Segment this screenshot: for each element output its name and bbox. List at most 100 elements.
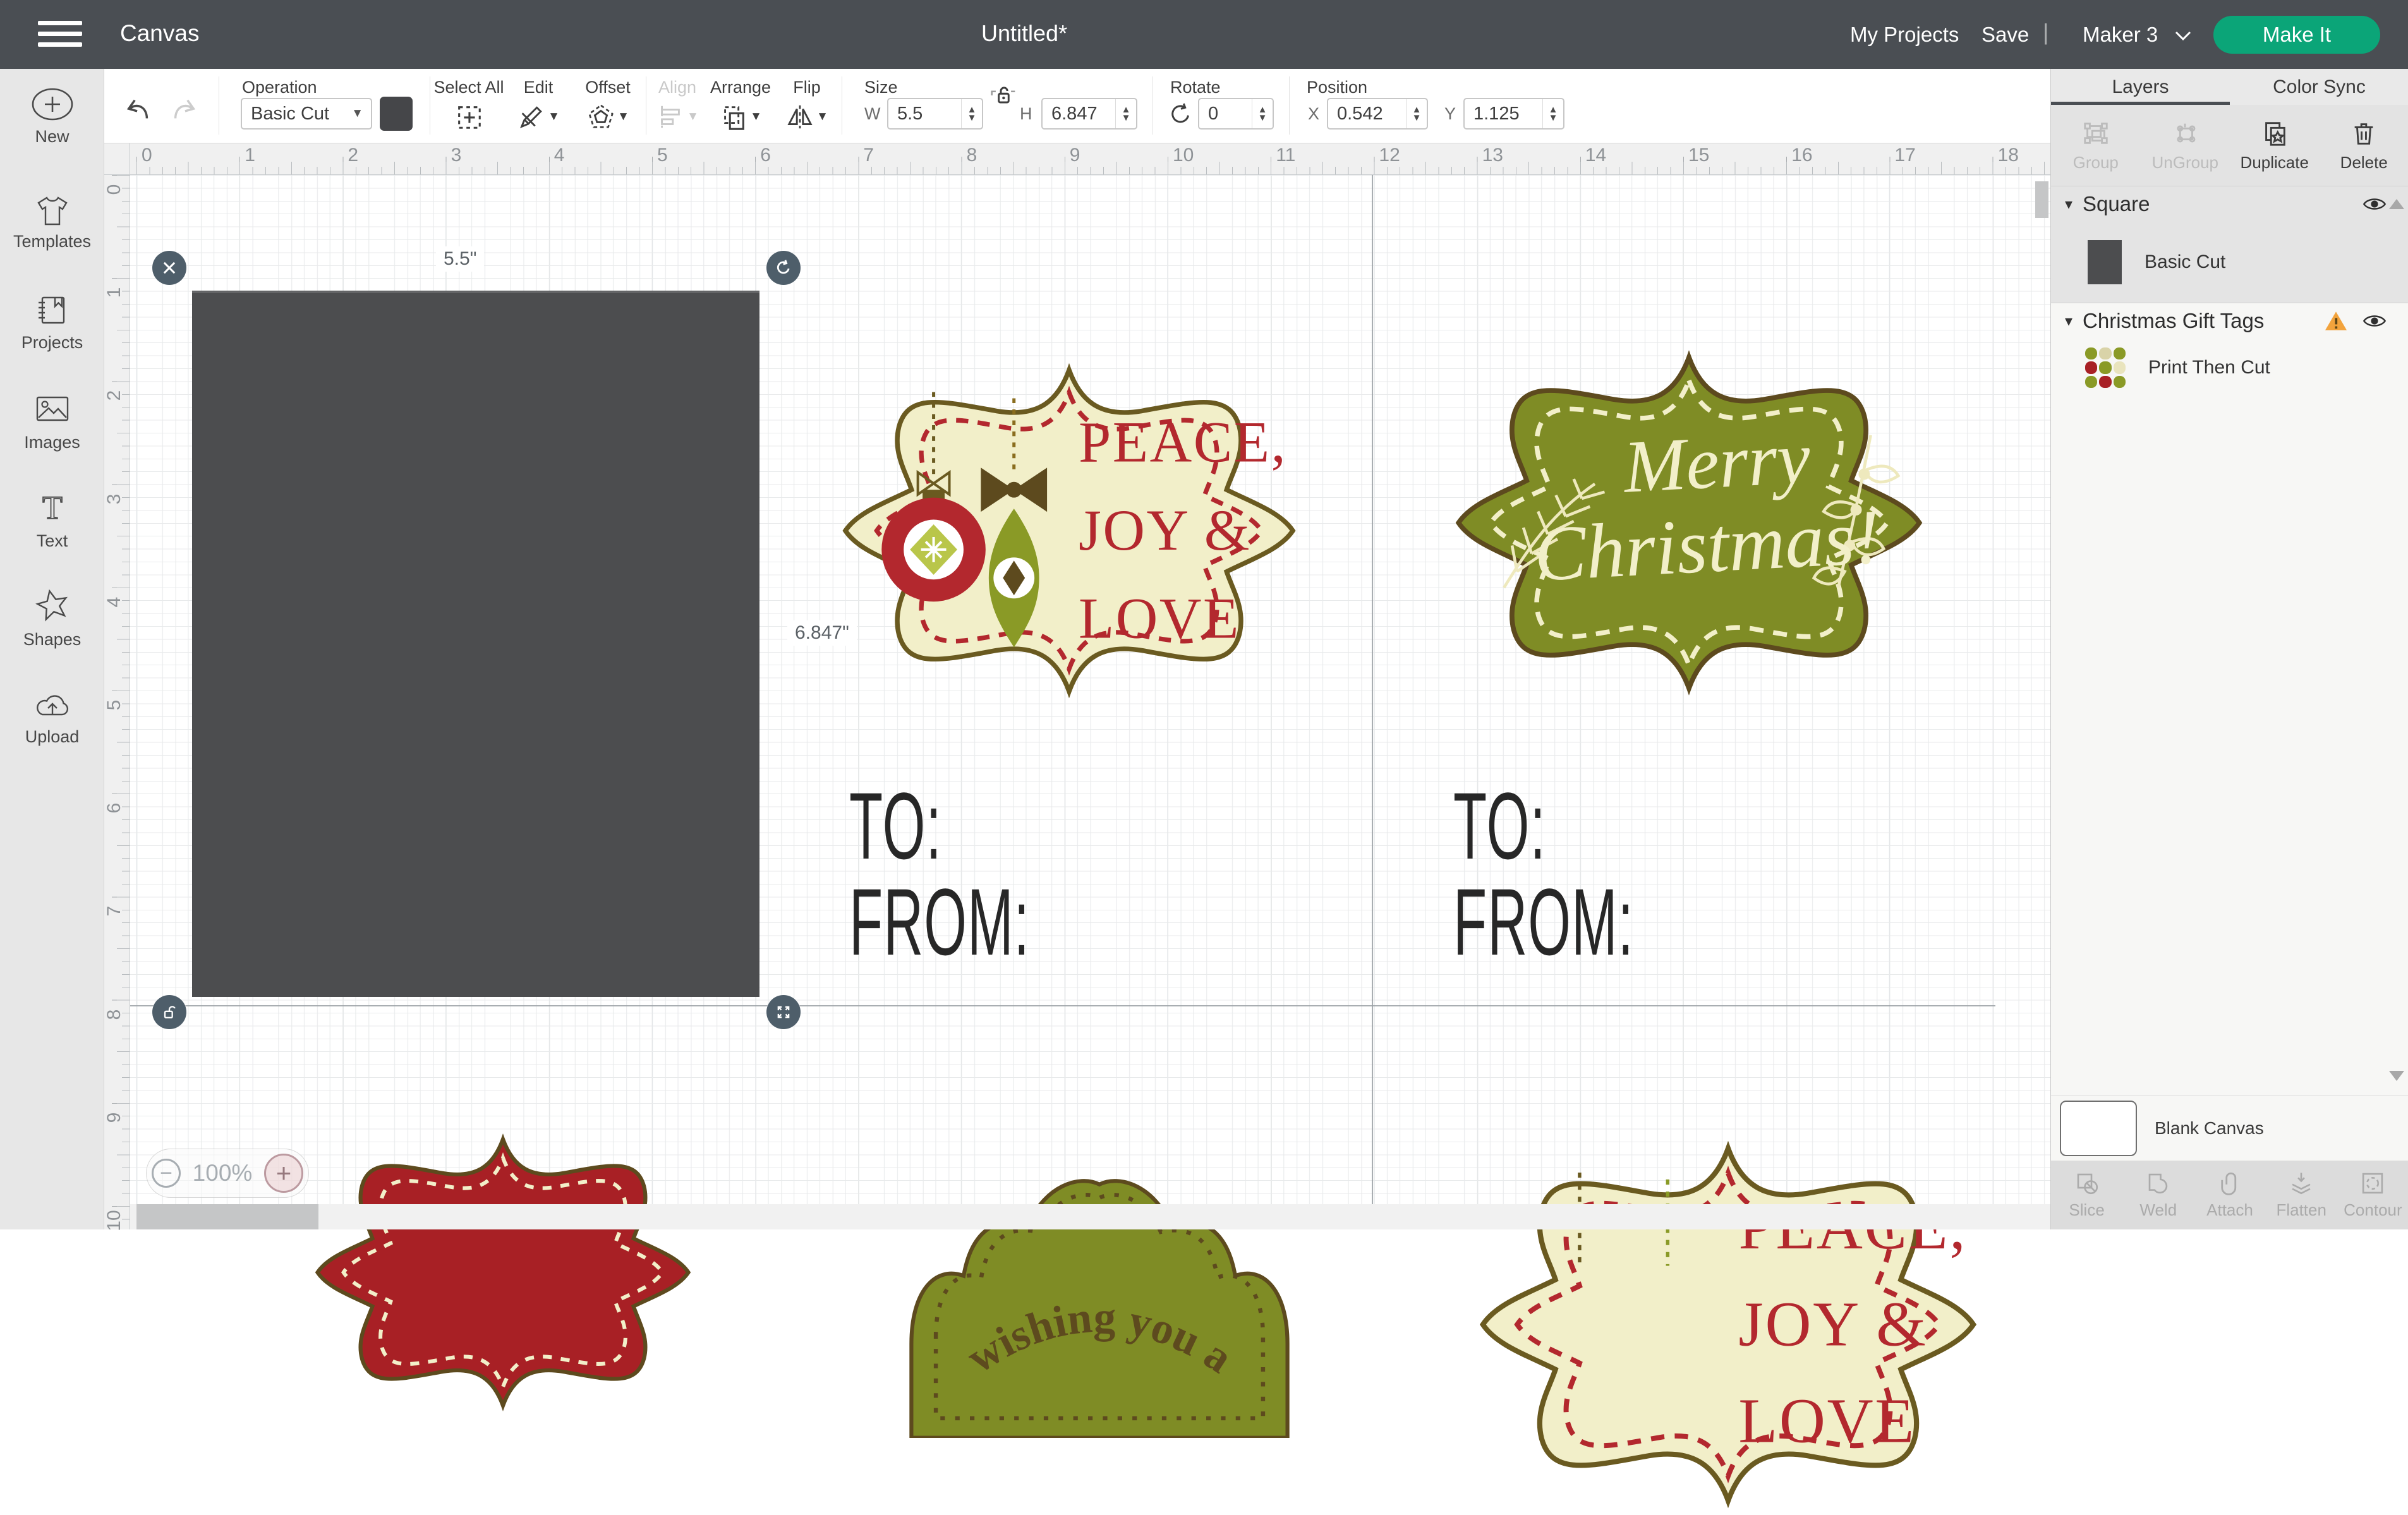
gift-tag-merry-christmas[interactable]: Merry Christmas!	[1408, 344, 1970, 701]
vertical-scrollbar-thumb[interactable]	[2035, 181, 2048, 218]
duplicate-label: Duplicate	[2241, 153, 2309, 172]
vertical-guide-line	[1372, 175, 1373, 1229]
h-ruler-number: 15	[1688, 145, 1709, 166]
horizontal-scrollbar-track[interactable]	[130, 1204, 2050, 1229]
page-title: Canvas	[120, 20, 199, 47]
align-icon: ▼	[656, 102, 699, 131]
weld-label: Weld	[2139, 1200, 2177, 1220]
lock-handle[interactable]	[152, 995, 186, 1029]
combine-actions-bar: Slice Weld Attach Flatten Contour	[2051, 1161, 2408, 1229]
weld-button[interactable]: Weld	[2122, 1161, 2194, 1229]
tab-color-sync[interactable]: Color Sync	[2230, 69, 2408, 105]
zoom-out-button[interactable]: −	[152, 1159, 181, 1188]
blank-canvas-label: Blank Canvas	[2155, 1118, 2264, 1138]
width-value: 5.5	[888, 104, 961, 124]
svg-text:JOY &: JOY &	[1738, 1288, 1927, 1359]
visibility-eye-icon[interactable]	[2362, 312, 2387, 330]
make-it-button[interactable]: Make It	[2213, 16, 2380, 54]
gift-tag-peace-joy-love-2[interactable]: PEACE, JOY & LOVE	[1469, 1134, 1987, 1515]
y-axis-label: Y	[1444, 104, 1456, 124]
sidebar-item-shapes[interactable]	[0, 586, 104, 624]
delete-handle[interactable]	[152, 251, 186, 285]
sidebar-item-images[interactable]	[0, 390, 104, 428]
layer-print-then-cut[interactable]: Print Then Cut	[2051, 339, 2408, 397]
blank-canvas-thumbnail[interactable]	[2060, 1101, 2137, 1156]
attach-button[interactable]: Attach	[2194, 1161, 2265, 1229]
sidebar-item-upload[interactable]	[0, 685, 104, 723]
sidebar-item-new[interactable]	[0, 87, 104, 122]
position-y-input[interactable]: 1.125 ▲▼	[1463, 98, 1564, 130]
size-lock-icon[interactable]	[989, 81, 1017, 109]
panel-scroll-up[interactable]	[2389, 199, 2404, 209]
ungroup-button[interactable]: UnGroup	[2141, 105, 2230, 186]
star-icon	[32, 586, 73, 624]
v-ruler-number: 8	[105, 1001, 124, 1029]
rotate-label: Rotate	[1170, 78, 1221, 97]
v-ruler-number: 1	[105, 279, 124, 306]
gift-tag-wishing-you-a[interactable]: wishing you a	[904, 1137, 1295, 1438]
duplicate-button[interactable]: Duplicate	[2230, 105, 2320, 186]
width-axis-label: W	[864, 104, 880, 124]
rotate-input[interactable]: 0 ▲▼	[1198, 98, 1274, 130]
width-stepper[interactable]: ▲▼	[961, 99, 982, 128]
gift-tag-peace-joy-love[interactable]: PEACE, JOY & LOVE	[833, 357, 1305, 704]
color-swatch[interactable]	[380, 97, 413, 131]
text-t-icon: T	[32, 488, 73, 526]
rotate-stepper[interactable]: ▲▼	[1252, 99, 1273, 128]
warning-icon[interactable]	[2324, 310, 2348, 332]
sidebar-item-text[interactable]: T	[0, 488, 104, 526]
sidebar-item-projects[interactable]	[0, 291, 104, 329]
horizontal-scrollbar-thumb[interactable]	[136, 1204, 318, 1229]
tab-layers[interactable]: Layers	[2051, 69, 2230, 105]
width-input[interactable]: 5.5 ▲▼	[887, 98, 983, 130]
delete-button[interactable]: Delete	[2320, 105, 2408, 186]
resize-handle[interactable]	[766, 995, 801, 1029]
machine-selector[interactable]: Maker 3	[2083, 23, 2191, 47]
slice-label: Slice	[2069, 1200, 2104, 1220]
layers-panel: Layers Color Sync Group UnGroup Duplicat…	[2050, 69, 2408, 1229]
text-from-2[interactable]: FROM:	[1453, 874, 1634, 969]
caret-down-icon: ▾	[2065, 312, 2072, 330]
layer-basic-cut[interactable]: Basic Cut	[2051, 222, 2408, 303]
save-link[interactable]: Save	[1981, 23, 2029, 47]
menu-hamburger-icon[interactable]	[38, 21, 82, 49]
v-ruler-number: 0	[105, 176, 124, 203]
text-from-1[interactable]: FROM:	[849, 874, 1030, 969]
contour-button[interactable]: Contour	[2337, 1161, 2408, 1229]
slice-button[interactable]: Slice	[2051, 1161, 2122, 1229]
h-ruler-number: 16	[1791, 145, 1812, 166]
zoom-in-button[interactable]: +	[264, 1154, 303, 1193]
undo-icon[interactable]	[124, 95, 153, 124]
weld-icon	[2145, 1170, 2172, 1197]
flatten-button[interactable]: Flatten	[2266, 1161, 2337, 1229]
rotate-value: 0	[1199, 104, 1252, 124]
h-ruler-number: 13	[1482, 145, 1503, 166]
rotate-icon[interactable]	[1168, 102, 1193, 127]
position-x-input[interactable]: 0.542 ▲▼	[1327, 98, 1428, 130]
operation-dropdown[interactable]: Basic Cut ▼	[241, 98, 372, 130]
flip-button[interactable]: Flip ▼	[766, 69, 848, 143]
flip-label: Flip	[766, 78, 848, 97]
layer-group-header-square[interactable]: ▾ Square	[2051, 186, 2408, 222]
text-to-2[interactable]: TO:	[1453, 778, 1546, 873]
my-projects-link[interactable]: My Projects	[1850, 23, 1959, 47]
sidebar-item-templates[interactable]	[0, 193, 104, 231]
gift-tag-red-back[interactable]	[307, 1128, 699, 1416]
svg-text:PEACE,: PEACE,	[1079, 409, 1287, 474]
layer-group-header-gift-tags[interactable]: ▾ Christmas Gift Tags	[2051, 303, 2408, 339]
group-button[interactable]: Group	[2051, 105, 2141, 186]
selected-square-shape[interactable]	[192, 291, 759, 997]
redo-icon[interactable]	[169, 95, 198, 124]
visibility-eye-icon[interactable]	[2362, 195, 2387, 213]
v-ruler-number: 4	[105, 588, 124, 616]
height-input[interactable]: 6.847 ▲▼	[1041, 98, 1137, 130]
position-y-stepper[interactable]: ▲▼	[1542, 99, 1563, 128]
text-to-1[interactable]: TO:	[849, 778, 942, 873]
rotate-handle[interactable]	[766, 251, 801, 285]
close-icon	[160, 259, 178, 277]
panel-tabs: Layers Color Sync	[2051, 69, 2408, 105]
position-x-stepper[interactable]: ▲▼	[1406, 99, 1427, 128]
document-title[interactable]: Untitled*	[981, 20, 1067, 47]
panel-scroll-down[interactable]	[2389, 1071, 2404, 1081]
height-stepper[interactable]: ▲▼	[1115, 99, 1136, 128]
